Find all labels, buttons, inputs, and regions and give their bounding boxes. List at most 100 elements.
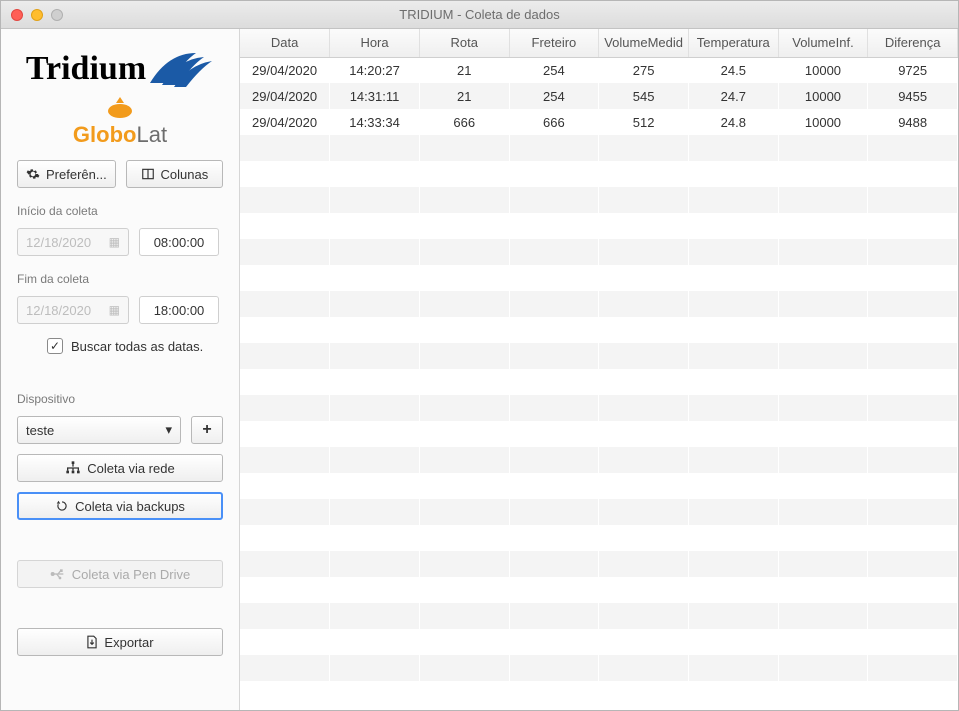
usb-icon xyxy=(50,568,66,580)
tridium-logo-text: Tridium xyxy=(26,50,146,88)
table-row-empty xyxy=(240,395,958,421)
column-header[interactable]: Hora xyxy=(330,29,420,57)
table-row[interactable]: 29/04/202014:20:272125427524.5100009725 xyxy=(240,57,958,83)
table-cell: 10000 xyxy=(778,109,868,135)
column-header[interactable]: Diferença xyxy=(868,29,958,57)
table-cell: 24.7 xyxy=(688,83,778,109)
data-table-wrap: DataHoraRotaFreteiroVolumeMedidTemperatu… xyxy=(239,29,958,710)
preferences-button[interactable]: Preferên... xyxy=(17,160,116,188)
device-section-label: Dispositivo xyxy=(17,392,223,406)
end-date-value: 12/18/2020 xyxy=(26,303,91,318)
columns-icon xyxy=(141,167,155,181)
table-row-empty xyxy=(240,161,958,187)
export-icon xyxy=(86,635,98,649)
search-all-dates-label: Buscar todas as datas. xyxy=(71,339,203,354)
table-row-empty xyxy=(240,317,958,343)
start-time-value: 08:00:00 xyxy=(154,235,205,250)
device-select[interactable]: teste ▾ xyxy=(17,416,181,444)
start-section-label: Início da coleta xyxy=(17,204,223,218)
traffic-lights xyxy=(11,9,63,21)
table-header: DataHoraRotaFreteiroVolumeMedidTemperatu… xyxy=(240,29,958,57)
column-header[interactable]: VolumeMedid xyxy=(599,29,689,57)
table-row[interactable]: 29/04/202014:33:3466666651224.8100009488 xyxy=(240,109,958,135)
add-device-button[interactable]: + xyxy=(191,416,223,444)
table-row-empty xyxy=(240,291,958,317)
checkbox-icon: ✓ xyxy=(47,338,63,354)
network-icon xyxy=(65,461,81,475)
table-cell: 666 xyxy=(509,109,599,135)
table-cell: 9725 xyxy=(868,57,958,83)
collect-network-label: Coleta via rede xyxy=(87,461,174,476)
collect-network-button[interactable]: Coleta via rede xyxy=(17,454,223,482)
table-cell: 21 xyxy=(419,57,509,83)
table-cell: 21 xyxy=(419,83,509,109)
column-header[interactable]: Freteiro xyxy=(509,29,599,57)
table-cell: 29/04/2020 xyxy=(240,109,330,135)
gear-icon xyxy=(26,167,40,181)
collect-backups-label: Coleta via backups xyxy=(75,499,185,514)
window-maximize-button[interactable] xyxy=(51,9,63,21)
table-row-empty xyxy=(240,343,958,369)
data-table: DataHoraRotaFreteiroVolumeMedidTemperatu… xyxy=(240,29,958,681)
table-cell: 10000 xyxy=(778,83,868,109)
sidebar: Tridium xyxy=(1,29,239,710)
table-cell: 14:33:34 xyxy=(330,109,420,135)
columns-button[interactable]: Colunas xyxy=(126,160,223,188)
globolat-logo-text: GloboLat xyxy=(73,122,167,148)
table-row-empty xyxy=(240,473,958,499)
globolat-logo: GloboLat xyxy=(73,97,167,148)
device-select-value: teste xyxy=(26,423,54,438)
collect-backups-button[interactable]: Coleta via backups xyxy=(17,492,223,520)
end-time-input[interactable]: 18:00:00 xyxy=(139,296,219,324)
table-row-empty xyxy=(240,369,958,395)
table-row-empty xyxy=(240,629,958,655)
table-row-empty xyxy=(240,213,958,239)
collect-pendrive-label: Coleta via Pen Drive xyxy=(72,567,191,582)
window-minimize-button[interactable] xyxy=(31,9,43,21)
table-cell: 24.8 xyxy=(688,109,778,135)
start-date-input[interactable]: 12/18/2020 ▦ xyxy=(17,228,129,256)
table-row-empty xyxy=(240,499,958,525)
table-cell: 24.5 xyxy=(688,57,778,83)
columns-label: Colunas xyxy=(161,167,209,182)
table-row-empty xyxy=(240,577,958,603)
table-body: 29/04/202014:20:272125427524.51000097252… xyxy=(240,57,958,681)
table-row-empty xyxy=(240,265,958,291)
app-window: TRIDIUM - Coleta de dados Tridium xyxy=(0,0,959,711)
table-cell: 254 xyxy=(509,57,599,83)
table-cell: 9455 xyxy=(868,83,958,109)
column-header[interactable]: Data xyxy=(240,29,330,57)
start-date-value: 12/18/2020 xyxy=(26,235,91,250)
search-all-dates-row[interactable]: ✓ Buscar todas as datas. xyxy=(47,338,223,354)
table-row-empty xyxy=(240,447,958,473)
globe-icon xyxy=(106,97,134,122)
column-header[interactable]: Rota xyxy=(419,29,509,57)
table-row-empty xyxy=(240,239,958,265)
table-row-empty xyxy=(240,525,958,551)
column-header[interactable]: Temperatura xyxy=(688,29,778,57)
export-button[interactable]: Exportar xyxy=(17,628,223,656)
titlebar: TRIDIUM - Coleta de dados xyxy=(1,1,958,29)
tridium-swoosh-icon xyxy=(148,47,214,91)
end-date-input[interactable]: 12/18/2020 ▦ xyxy=(17,296,129,324)
start-time-input[interactable]: 08:00:00 xyxy=(139,228,219,256)
window-close-button[interactable] xyxy=(11,9,23,21)
end-section-label: Fim da coleta xyxy=(17,272,223,286)
table-row[interactable]: 29/04/202014:31:112125454524.7100009455 xyxy=(240,83,958,109)
plus-icon: + xyxy=(202,421,211,439)
table-cell: 275 xyxy=(599,57,689,83)
table-cell: 14:20:27 xyxy=(330,57,420,83)
table-row-empty xyxy=(240,135,958,161)
table-row-empty xyxy=(240,421,958,447)
column-header[interactable]: VolumeInf. xyxy=(778,29,868,57)
table-cell: 10000 xyxy=(778,57,868,83)
end-time-value: 18:00:00 xyxy=(154,303,205,318)
calendar-icon: ▦ xyxy=(109,303,120,317)
calendar-icon: ▦ xyxy=(109,235,120,249)
table-cell: 512 xyxy=(599,109,689,135)
collect-pendrive-button: Coleta via Pen Drive xyxy=(17,560,223,588)
restore-icon xyxy=(55,499,69,513)
window-title: TRIDIUM - Coleta de dados xyxy=(1,7,958,22)
table-row-empty xyxy=(240,187,958,213)
table-row-empty xyxy=(240,655,958,681)
